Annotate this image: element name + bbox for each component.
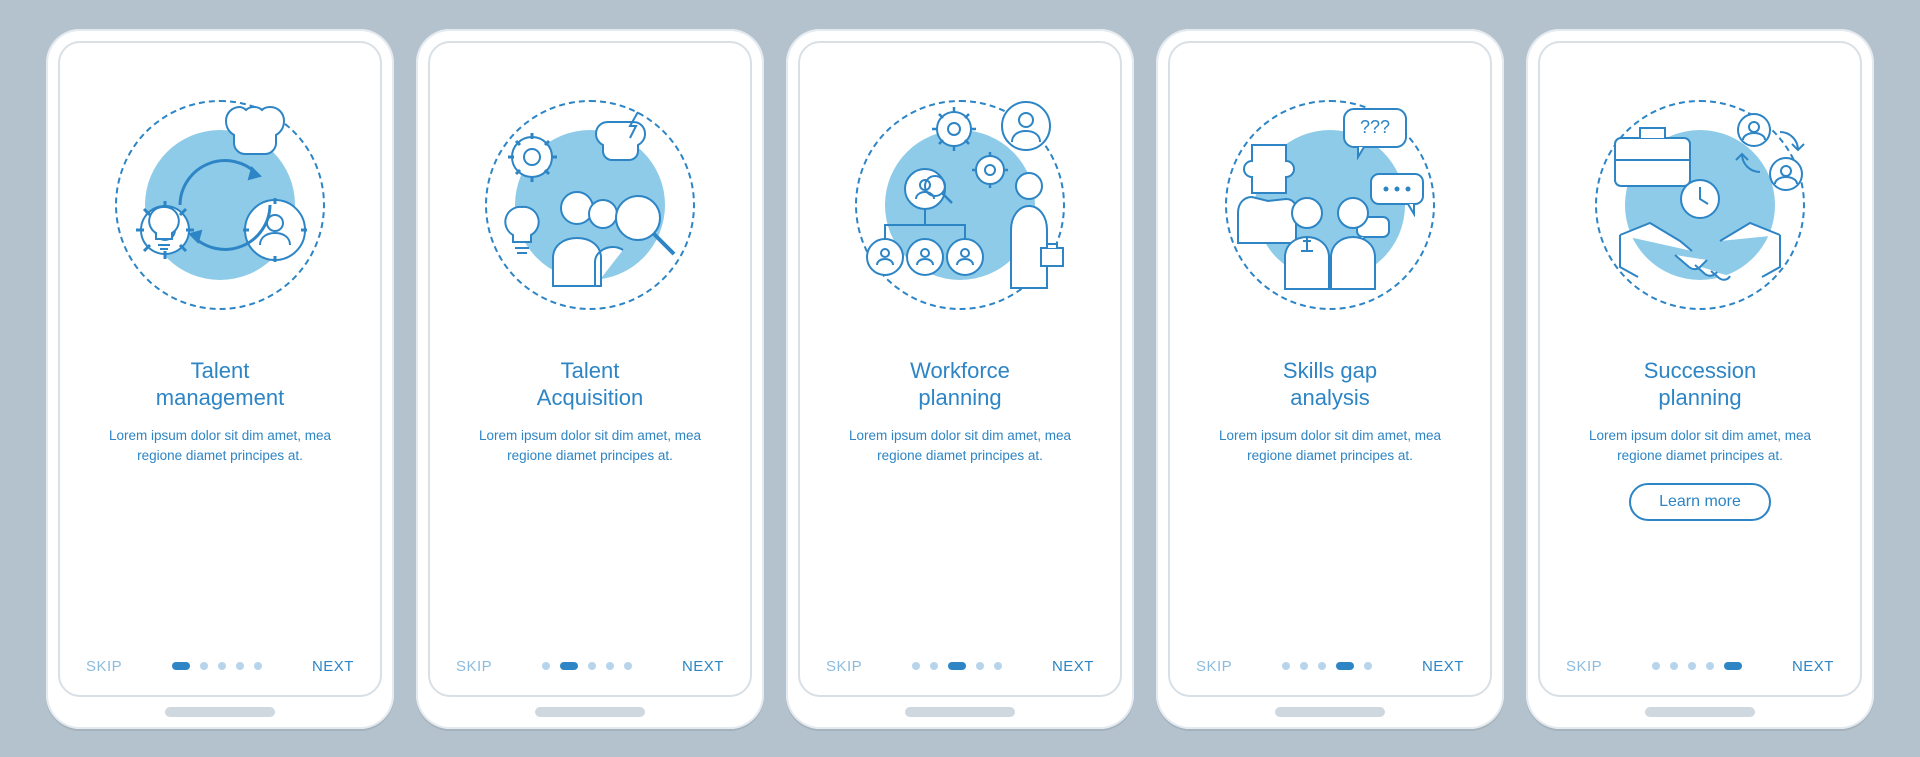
phone-mockup: Successionplanning Lorem ipsum dolor sit…: [1526, 29, 1874, 729]
home-indicator: [165, 707, 275, 717]
home-indicator: [535, 707, 645, 717]
screen-description: Lorem ipsum dolor sit dim amet, mea regi…: [100, 426, 340, 468]
dot: [1336, 662, 1354, 670]
dot: [930, 662, 938, 670]
user-circle-icon: [1000, 100, 1052, 152]
gear-icon: [930, 105, 978, 153]
screen-description: Lorem ipsum dolor sit dim amet, mea regi…: [1210, 426, 1450, 468]
page-indicator: [1282, 662, 1372, 670]
dot: [1724, 662, 1742, 670]
illustration-succession-planning: [1570, 75, 1830, 335]
dot: [1300, 662, 1308, 670]
dot: [624, 662, 632, 670]
next-button[interactable]: NEXT: [1052, 658, 1094, 675]
user-swap-icon: [1730, 110, 1810, 200]
skip-button[interactable]: SKIP: [826, 658, 862, 675]
onboarding-screen: Successionplanning Lorem ipsum dolor sit…: [1538, 41, 1862, 697]
dot: [560, 662, 578, 670]
dot: [1364, 662, 1372, 670]
handshake-icon: [1615, 215, 1785, 295]
dot: [606, 662, 614, 670]
svg-text:???: ???: [1360, 117, 1390, 137]
next-button[interactable]: NEXT: [1422, 658, 1464, 675]
page-indicator: [542, 662, 632, 670]
next-button[interactable]: NEXT: [312, 658, 354, 675]
phone-mockup: TalentAcquisition Lorem ipsum dolor sit …: [416, 29, 764, 729]
screen-title: TalentAcquisition: [537, 357, 643, 412]
skip-button[interactable]: SKIP: [1196, 658, 1232, 675]
learn-more-button[interactable]: Learn more: [1629, 483, 1771, 521]
dot: [948, 662, 966, 670]
onboarding-nav: SKIP NEXT: [82, 658, 358, 675]
home-indicator: [1645, 707, 1755, 717]
skip-button[interactable]: SKIP: [86, 658, 122, 675]
screen-title: Talentmanagement: [156, 357, 284, 412]
next-button[interactable]: NEXT: [682, 658, 724, 675]
dot: [172, 662, 190, 670]
question-bubble-icon: ???: [1340, 105, 1410, 161]
dot: [254, 662, 262, 670]
screen-title: Workforceplanning: [910, 357, 1010, 412]
dot: [1652, 662, 1660, 670]
onboarding-screen: TalentAcquisition Lorem ipsum dolor sit …: [428, 41, 752, 697]
dot: [1318, 662, 1326, 670]
dot: [236, 662, 244, 670]
magnifier-icon: [610, 190, 680, 260]
onboarding-nav: SKIP NEXT: [822, 658, 1098, 675]
onboarding-nav: SKIP NEXT: [1562, 658, 1838, 675]
onboarding-screen: Talentmanagement Lorem ipsum dolor sit d…: [58, 41, 382, 697]
cycle-arrows-icon: [150, 130, 300, 280]
page-indicator: [172, 662, 262, 670]
home-indicator: [905, 707, 1015, 717]
phone-mockup: ??? Skills gapanalysis Lorem ipsum dolor…: [1156, 29, 1504, 729]
dot: [976, 662, 984, 670]
gear-icon: [505, 130, 560, 185]
illustration-talent-management: [90, 75, 350, 335]
dot: [994, 662, 1002, 670]
illustration-workforce-planning: [830, 75, 1090, 335]
page-indicator: [912, 662, 1002, 670]
next-button[interactable]: NEXT: [1792, 658, 1834, 675]
screen-description: Lorem ipsum dolor sit dim amet, mea regi…: [840, 426, 1080, 468]
dot: [200, 662, 208, 670]
onboarding-nav: SKIP NEXT: [1192, 658, 1468, 675]
illustration-skills-gap: ???: [1200, 75, 1460, 335]
phone-mockup: Workforceplanning Lorem ipsum dolor sit …: [786, 29, 1134, 729]
dot: [542, 662, 550, 670]
skip-button[interactable]: SKIP: [456, 658, 492, 675]
dot: [218, 662, 226, 670]
page-indicator: [1652, 662, 1742, 670]
dot: [1706, 662, 1714, 670]
dot: [1688, 662, 1696, 670]
onboarding-screen: Workforceplanning Lorem ipsum dolor sit …: [798, 41, 1122, 697]
dot: [1670, 662, 1678, 670]
home-indicator: [1275, 707, 1385, 717]
dot: [1282, 662, 1290, 670]
magnifier-small-icon: [922, 173, 956, 207]
illustration-talent-acquisition: [460, 75, 720, 335]
screen-title: Successionplanning: [1644, 357, 1757, 412]
brain-bolt-icon: [590, 110, 655, 170]
screen-description: Lorem ipsum dolor sit dim amet, mea regi…: [1580, 426, 1820, 468]
dot: [588, 662, 596, 670]
onboarding-screen: ??? Skills gapanalysis Lorem ipsum dolor…: [1168, 41, 1492, 697]
phone-mockup: Talentmanagement Lorem ipsum dolor sit d…: [46, 29, 394, 729]
person-briefcase-icon: [1005, 170, 1065, 290]
screen-description: Lorem ipsum dolor sit dim amet, mea regi…: [470, 426, 710, 468]
lightbulb-icon: [502, 205, 542, 260]
dot: [912, 662, 920, 670]
onboarding-nav: SKIP NEXT: [452, 658, 728, 675]
people-pair-icon: [1275, 193, 1385, 293]
screen-title: Skills gapanalysis: [1283, 357, 1377, 412]
skip-button[interactable]: SKIP: [1566, 658, 1602, 675]
